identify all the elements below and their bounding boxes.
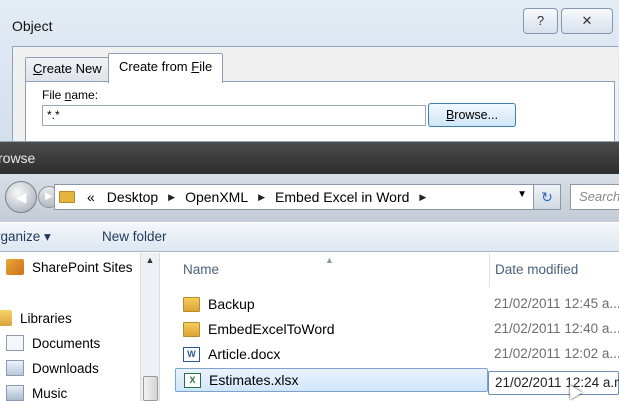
column-header-name[interactable]: Name [183, 253, 219, 287]
column-divider[interactable] [489, 253, 490, 287]
file-row-backup[interactable]: Backup 21/02/2011 12:45 a... [175, 293, 619, 317]
organize-button[interactable]: rganize ▾ [0, 229, 51, 245]
object-dialog: Object ? ✕ Create New Create from File F… [0, 0, 619, 142]
word-file-icon: W [183, 347, 200, 362]
back-arrow-icon: ◀ [15, 189, 27, 205]
nav-item-music[interactable]: Music [6, 385, 67, 401]
address-bar-area: ◀ ▶ « Desktop ▶ OpenXML ▶ Embed Excel in… [0, 174, 619, 222]
breadcrumb[interactable]: « Desktop ▶ OpenXML ▶ Embed Excel in Wor… [54, 184, 534, 210]
breadcrumb-embed-excel-in-word[interactable]: Embed Excel in Word [275, 189, 409, 205]
breadcrumb-chevron-icon[interactable]: ▶ [419, 192, 426, 203]
nav-item-documents[interactable]: Documents [6, 335, 100, 351]
refresh-icon: ↻ [541, 189, 553, 205]
libraries-icon [0, 310, 12, 326]
chevron-down-icon[interactable]: ▼ [517, 189, 527, 200]
excel-file-icon: X [184, 373, 201, 388]
forward-arrow-icon: ▶ [45, 191, 53, 202]
folder-icon [183, 297, 200, 312]
column-header-date-modified[interactable]: Date modified [495, 253, 578, 287]
downloads-icon [6, 360, 24, 376]
refresh-button[interactable]: ↻ [533, 184, 561, 210]
file-date: 21/02/2011 12:02 a... [494, 346, 619, 361]
file-date-selected[interactable]: 21/02/2011 12:24 a.m [488, 371, 619, 395]
browse-button[interactable]: Browse... [428, 103, 516, 127]
breadcrumb-desktop[interactable]: Desktop [107, 189, 158, 205]
close-button[interactable]: ✕ [561, 8, 613, 34]
dialog-body: Create New Create from File File name: *… [12, 46, 618, 141]
scroll-thumb[interactable] [143, 376, 158, 401]
breadcrumb-chevron-icon[interactable]: ▶ [258, 192, 265, 203]
file-name: Backup [208, 296, 255, 312]
new-folder-button[interactable]: New folder [102, 229, 167, 244]
file-row-article-docx[interactable]: W Article.docx 21/02/2011 12:02 a... [175, 343, 619, 367]
command-bar: rganize ▾ New folder [0, 222, 619, 252]
nav-item-downloads[interactable]: Downloads [6, 360, 99, 376]
folder-icon [183, 322, 200, 337]
search-input[interactable]: Search [570, 184, 619, 210]
documents-icon [6, 335, 24, 351]
file-row-embedexceltoword[interactable]: EmbedExcelToWord 21/02/2011 12:40 a... [175, 318, 619, 342]
file-row-estimates-xlsx[interactable]: X Estimates.xlsx [175, 368, 488, 392]
file-name: EmbedExcelToWord [208, 321, 335, 337]
file-date: 21/02/2011 12:40 a... [494, 321, 619, 336]
file-date: 21/02/2011 12:45 a... [494, 296, 619, 311]
breadcrumb-openxml[interactable]: OpenXML [185, 189, 248, 205]
nav-scrollbar[interactable]: ▲ [140, 253, 159, 401]
back-button[interactable]: ◀ [5, 181, 37, 213]
file-name-input[interactable]: *.* [42, 105, 426, 126]
browse-window: rowse ◀ ▶ « Desktop ▶ OpenXML ▶ Embed Ex… [0, 142, 619, 401]
file-name: Article.docx [208, 346, 281, 362]
sharepoint-icon [6, 259, 24, 275]
create-from-file-panel: File name: *.* Browse... [25, 81, 615, 141]
scroll-up-arrow-icon[interactable]: ▲ [141, 255, 159, 271]
dialog-title: Object [12, 18, 53, 34]
breadcrumb-overflow[interactable]: « [87, 189, 95, 205]
navigation-pane: SharePoint Sites Libraries Documents Dow… [0, 253, 160, 401]
sort-ascending-icon: ▲ [325, 255, 334, 265]
nav-item-libraries[interactable]: Libraries [0, 310, 72, 326]
browse-title: rowse [0, 150, 36, 166]
browse-title-bar: rowse [0, 142, 619, 174]
music-icon [6, 385, 24, 401]
file-date: 21/02/2011 12:24 a.m [495, 375, 619, 390]
tab-create-new[interactable]: Create New [25, 57, 110, 81]
folder-icon [59, 191, 75, 203]
file-name: Estimates.xlsx [209, 372, 299, 388]
breadcrumb-chevron-icon[interactable]: ▶ [168, 192, 175, 203]
tab-create-from-file[interactable]: Create from File [108, 53, 224, 83]
nav-item-sharepoint-sites[interactable]: SharePoint Sites [6, 259, 133, 275]
help-button[interactable]: ? [523, 8, 558, 34]
file-name-label: File name: [42, 88, 99, 102]
